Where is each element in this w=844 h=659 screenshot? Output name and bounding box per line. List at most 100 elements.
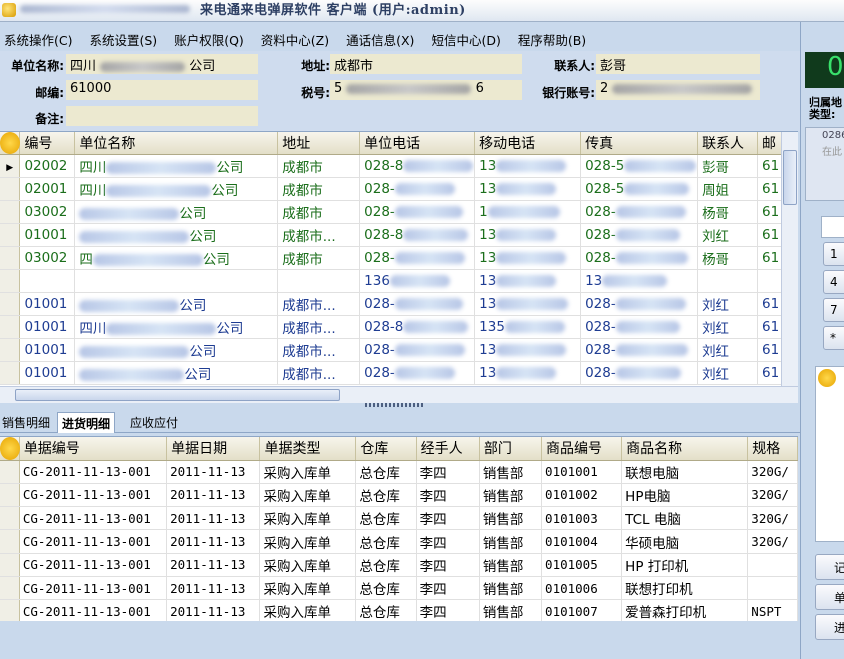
cell-date[interactable]: 2011-11-13 xyxy=(166,506,261,531)
row-indicator[interactable] xyxy=(0,246,21,270)
col-header-warehouse[interactable]: 仓库 xyxy=(355,437,417,461)
customer-row[interactable]: 02001 四川 公司 成都市 028- 13 028-5 周姐 61 xyxy=(0,177,798,201)
cell-mobile[interactable]: 13 xyxy=(474,223,582,247)
cell-fax[interactable]: 028- xyxy=(580,361,699,385)
menu-data-center[interactable]: 资料中心(Z) xyxy=(261,30,329,49)
cell-code[interactable]: 01001 xyxy=(19,338,76,362)
purchase-row[interactable]: CG-2011-11-13-001 2011-11-13 采购入库单 总仓库 李四 销售部… xyxy=(0,529,798,554)
cell-item-name[interactable]: 华硕电脑 xyxy=(621,529,749,554)
col-header-mobile[interactable]: 移动电话 xyxy=(474,132,582,155)
row-indicator[interactable] xyxy=(0,553,20,577)
row-indicator[interactable] xyxy=(0,506,20,531)
cell-phone[interactable]: 028-8 xyxy=(359,315,476,339)
cell-item-name[interactable]: 爱普森打印机 xyxy=(621,599,749,621)
splitter-grip[interactable] xyxy=(365,403,425,407)
customer-row[interactable]: 01001 四川 公司 成都市... 028-8 135 028- 刘红 61 xyxy=(0,315,798,339)
customer-row[interactable]: 136 13 13 xyxy=(0,269,798,293)
cell-dept[interactable]: 销售部 xyxy=(479,483,543,508)
purchase-row[interactable]: CG-2011-11-13-001 2011-11-13 采购入库单 总仓库 李四 销售部… xyxy=(0,506,798,531)
cell-spec[interactable]: NSPT xyxy=(747,599,798,621)
cell-contact[interactable]: 彭哥 xyxy=(697,154,758,178)
cell-mobile[interactable]: 13 xyxy=(474,177,582,201)
unit-button[interactable]: 单位 xyxy=(815,584,844,610)
cell-phone[interactable]: 136 xyxy=(359,269,476,293)
cell-code[interactable]: 01001 xyxy=(19,223,76,247)
dial-key-4[interactable]: 4 xyxy=(823,270,844,294)
cell-warehouse[interactable]: 总仓库 xyxy=(355,529,417,554)
cell-mobile[interactable]: 135 xyxy=(474,315,582,339)
dial-key-star[interactable]: * xyxy=(823,326,844,350)
row-indicator[interactable] xyxy=(0,338,21,362)
customer-row[interactable]: 01001 公司 成都市... 028- 13 028- 刘红 61 xyxy=(0,361,798,385)
col-header-bill-type[interactable]: 单据类型 xyxy=(259,437,357,461)
cell-dept[interactable]: 销售部 xyxy=(479,460,543,484)
cell-spec[interactable]: 320G/ xyxy=(747,483,798,508)
cell-name[interactable] xyxy=(74,269,279,293)
cell-handler[interactable]: 李四 xyxy=(416,599,480,621)
cell-item-no[interactable]: 0101004 xyxy=(541,529,623,554)
cell-name[interactable]: 四川 公司 xyxy=(74,315,279,339)
cell-name[interactable]: 四公司 xyxy=(74,246,279,270)
menu-help[interactable]: 程序帮助(B) xyxy=(518,30,586,49)
cell-code[interactable]: 03002 xyxy=(19,200,76,224)
col-header-bill-date[interactable]: 单据日期 xyxy=(166,437,261,461)
cell-phone[interactable]: 028- xyxy=(359,200,476,224)
cell-mobile[interactable]: 13 xyxy=(474,361,582,385)
hscroll-thumb[interactable] xyxy=(15,389,340,401)
col-header-unit-name[interactable]: 单位名称 xyxy=(74,132,279,155)
cell-mobile[interactable]: 13 xyxy=(474,246,582,270)
customer-row[interactable]: 01001 公司 成都市... 028-8 13 028- 刘红 61 xyxy=(0,223,798,247)
cell-code[interactable]: 02001 xyxy=(19,177,76,201)
cell-warehouse[interactable]: 总仓库 xyxy=(355,460,417,484)
customer-row[interactable]: 01001 公司 成都市... 028- 13 028- 刘红 61 xyxy=(0,292,798,316)
dial-input[interactable] xyxy=(821,216,844,238)
cell-spec[interactable]: 320G/ xyxy=(747,506,798,531)
cell-contact[interactable]: 刘红 xyxy=(697,315,758,339)
cell-mobile[interactable]: 13 xyxy=(474,292,582,316)
cell-item-no[interactable]: 0101001 xyxy=(541,460,623,484)
col-header-fax[interactable]: 传真 xyxy=(580,132,699,155)
col-header-contact[interactable]: 联系人 xyxy=(697,132,758,155)
cell-bill-no[interactable]: CG-2011-11-13-001 xyxy=(19,529,168,554)
customer-grid[interactable]: 编号 单位名称 地址 单位电话 移动电话 传真 联系人 邮 ▶ 02002 四川 公司… xyxy=(0,131,798,386)
cell-type[interactable]: 采购入库单 xyxy=(259,553,357,577)
cell-name[interactable]: 公司 xyxy=(74,223,279,247)
cell-date[interactable]: 2011-11-13 xyxy=(166,576,261,601)
customer-row[interactable]: 01001 公司 成都市... 028- 13 028- 刘红 61 xyxy=(0,338,798,362)
cell-address[interactable]: 成都市 xyxy=(277,246,361,270)
customer-row[interactable]: 03002 四公司 成都市 028- 13 028- 杨哥 61 xyxy=(0,246,798,270)
cell-handler[interactable]: 李四 xyxy=(416,506,480,531)
cell-date[interactable]: 2011-11-13 xyxy=(166,553,261,577)
cell-phone[interactable]: 028-8 xyxy=(359,154,476,178)
cell-name[interactable]: 公司 xyxy=(74,361,279,385)
cell-spec[interactable] xyxy=(747,576,798,601)
cell-spec[interactable]: 320G/ xyxy=(747,529,798,554)
cell-item-name[interactable]: HP电脑 xyxy=(621,483,749,508)
customer-row[interactable]: ▶ 02002 四川 公司 成都市 028-8 13 028-5 彭哥 61 xyxy=(0,154,798,178)
cell-name[interactable]: 公司 xyxy=(74,338,279,362)
cell-fax[interactable]: 028- xyxy=(580,338,699,362)
cell-mobile[interactable]: 1 xyxy=(474,200,582,224)
purchase-row[interactable]: CG-2011-11-13-001 2011-11-13 采购入库单 总仓库 李四 销售部… xyxy=(0,460,798,484)
cell-dept[interactable]: 销售部 xyxy=(479,553,543,577)
cell-type[interactable]: 采购入库单 xyxy=(259,460,357,484)
row-indicator[interactable] xyxy=(0,460,20,484)
customer-grid-vscroll[interactable] xyxy=(781,132,798,386)
cell-address[interactable]: 成都市... xyxy=(277,315,361,339)
cell-fax[interactable]: 028- xyxy=(580,223,699,247)
cell-contact[interactable] xyxy=(697,269,758,293)
cell-bill-no[interactable]: CG-2011-11-13-001 xyxy=(19,553,168,577)
enter-button[interactable]: 进 xyxy=(815,614,844,640)
cell-fax[interactable]: 028- xyxy=(580,315,699,339)
cell-spec[interactable] xyxy=(747,553,798,577)
cell-handler[interactable]: 李四 xyxy=(416,483,480,508)
cell-warehouse[interactable]: 总仓库 xyxy=(355,553,417,577)
purchase-row[interactable]: CG-2011-11-13-001 2011-11-13 采购入库单 总仓库 李四 销售部… xyxy=(0,599,798,621)
cell-address[interactable]: 成都市... xyxy=(277,223,361,247)
menu-system-settings[interactable]: 系统设置(S) xyxy=(89,30,157,49)
row-indicator[interactable] xyxy=(0,269,21,293)
cell-item-name[interactable]: 联想打印机 xyxy=(621,576,749,601)
cell-bill-no[interactable]: CG-2011-11-13-001 xyxy=(19,506,168,531)
cell-mobile[interactable]: 13 xyxy=(474,154,582,178)
cell-bill-no[interactable]: CG-2011-11-13-001 xyxy=(19,576,168,601)
